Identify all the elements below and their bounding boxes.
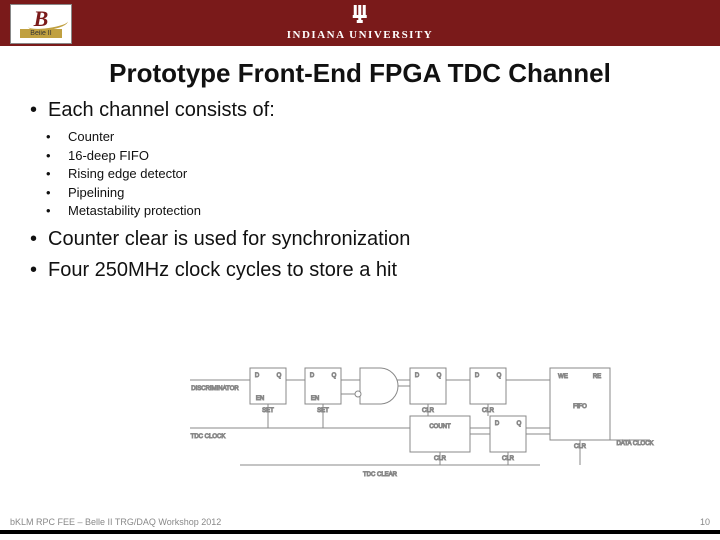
slide-title: Prototype Front-End FPGA TDC Channel: [10, 58, 710, 89]
block-diagram: DISCRIMINATOR TDC CLOCK TDC CLEAR DATA C…: [180, 350, 660, 480]
institution-name: INDIANA UNIVERSITY: [287, 29, 434, 41]
bullet-list-bottom: Counter clear is used for synchronizatio…: [30, 226, 720, 284]
list-item: Each channel consists of:: [30, 97, 700, 124]
svg-text:WE: WE: [558, 374, 568, 380]
svg-text:FIFO: FIFO: [573, 404, 587, 410]
svg-text:Q: Q: [497, 373, 502, 379]
belle2-logo: B Belle II: [10, 4, 72, 44]
header-bar: B Belle II INDIANA UNIVERSITY: [0, 0, 720, 46]
svg-text:DISCRIMINATOR: DISCRIMINATOR: [191, 386, 239, 392]
list-item: Metastability protection: [46, 202, 720, 220]
list-item: Pipelining: [46, 184, 720, 202]
list-item: Counter clear is used for synchronizatio…: [30, 226, 700, 253]
svg-text:EN: EN: [256, 396, 264, 402]
institution-logo: INDIANA UNIVERSITY: [287, 3, 434, 43]
slide-number: 10: [700, 517, 710, 527]
svg-text:COUNT: COUNT: [429, 424, 451, 430]
list-item: 16-deep FIFO: [46, 147, 720, 165]
svg-text:D: D: [255, 373, 260, 379]
svg-text:RE: RE: [593, 374, 601, 380]
belle2-logo-glyph: B: [34, 10, 49, 28]
bullet-list-top: Each channel consists of:: [30, 97, 720, 124]
svg-text:D: D: [415, 373, 420, 379]
footer-left: bKLM RPC FEE – Belle II TRG/DAQ Workshop…: [10, 517, 221, 527]
svg-text:Q: Q: [332, 373, 337, 379]
svg-text:D: D: [310, 373, 315, 379]
svg-text:Q: Q: [277, 373, 282, 379]
svg-text:D: D: [475, 373, 480, 379]
svg-text:TDC CLEAR: TDC CLEAR: [363, 472, 398, 478]
list-item: Counter: [46, 128, 720, 146]
svg-text:D: D: [495, 421, 500, 427]
svg-text:EN: EN: [311, 396, 319, 402]
svg-text:Q: Q: [517, 421, 522, 427]
list-item: Rising edge detector: [46, 165, 720, 183]
svg-text:DATA CLOCK: DATA CLOCK: [616, 441, 653, 447]
iu-trident-icon: [351, 3, 369, 23]
list-item: Four 250MHz clock cycles to store a hit: [30, 257, 700, 284]
svg-text:TDC CLOCK: TDC CLOCK: [191, 434, 226, 440]
footer: bKLM RPC FEE – Belle II TRG/DAQ Workshop…: [0, 517, 720, 534]
bullet-list-sub: Counter 16-deep FIFO Rising edge detecto…: [46, 128, 720, 220]
svg-text:Q: Q: [437, 373, 442, 379]
